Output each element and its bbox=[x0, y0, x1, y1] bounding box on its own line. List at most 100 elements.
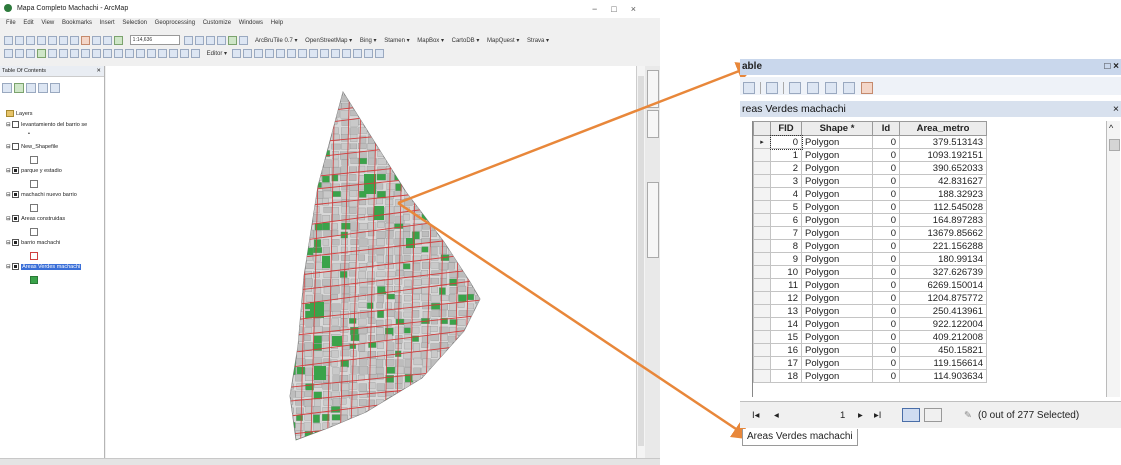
table-row[interactable]: 2 Polygon 0 390.652033 bbox=[753, 161, 987, 175]
straight-segment-icon[interactable] bbox=[253, 49, 263, 58]
cell-shape[interactable]: Polygon bbox=[801, 174, 873, 188]
cell-fid[interactable]: 6 bbox=[770, 213, 802, 227]
table-options-icon[interactable] bbox=[743, 81, 755, 94]
open-icon[interactable] bbox=[15, 35, 24, 45]
column-header-id[interactable]: Id bbox=[872, 121, 900, 136]
openstreetmap-menu[interactable]: OpenStreetMap ▾ bbox=[305, 38, 352, 44]
row-selector[interactable] bbox=[753, 291, 771, 305]
catalog-tab[interactable] bbox=[647, 70, 659, 108]
pan-icon[interactable] bbox=[26, 49, 35, 58]
table-row[interactable]: ▸ 0 Polygon 0 379.513143 bbox=[753, 134, 987, 150]
table-row[interactable]: 9 Polygon 0 180.99134 bbox=[753, 252, 987, 266]
cell-fid[interactable]: 8 bbox=[770, 239, 802, 253]
zoom-to-selected-icon[interactable] bbox=[843, 81, 855, 94]
cell-id[interactable]: 0 bbox=[872, 135, 900, 149]
edit-annotation-icon[interactable] bbox=[242, 49, 252, 58]
table-row[interactable]: 1 Polygon 0 1093.192151 bbox=[753, 148, 987, 162]
cell-shape[interactable]: Polygon bbox=[801, 304, 873, 318]
row-selector[interactable] bbox=[753, 200, 771, 214]
cell-fid[interactable]: 14 bbox=[770, 317, 802, 331]
row-selector[interactable] bbox=[753, 187, 771, 201]
cell-id[interactable]: 0 bbox=[872, 200, 900, 214]
cell-area-metro[interactable]: 221.156288 bbox=[899, 239, 987, 253]
cell-fid[interactable]: 11 bbox=[770, 278, 802, 292]
copy-icon[interactable] bbox=[59, 35, 68, 45]
cell-fid[interactable]: 3 bbox=[770, 174, 802, 188]
menu-bookmarks[interactable]: Bookmarks bbox=[62, 20, 92, 26]
fixed-zoom-out-icon[interactable] bbox=[59, 49, 68, 58]
cell-id[interactable]: 0 bbox=[872, 291, 900, 305]
cell-shape[interactable]: Polygon bbox=[801, 369, 873, 383]
editor-menu[interactable]: Editor ▾ bbox=[207, 51, 227, 57]
undo-icon[interactable] bbox=[92, 35, 101, 45]
table-row[interactable]: 15 Polygon 0 409.212008 bbox=[753, 330, 987, 344]
fixed-zoom-in-icon[interactable] bbox=[48, 49, 57, 58]
cell-fid[interactable]: 7 bbox=[770, 226, 802, 240]
cell-area-metro[interactable]: 409.212008 bbox=[899, 330, 987, 344]
cell-fid[interactable]: 13 bbox=[770, 304, 802, 318]
measure-icon[interactable] bbox=[147, 49, 156, 58]
menu-customize[interactable]: Customize bbox=[203, 20, 231, 26]
hyperlink-icon[interactable] bbox=[158, 49, 167, 58]
toc-layers-root[interactable]: Layers bbox=[6, 110, 33, 117]
list-by-source-icon[interactable] bbox=[14, 82, 24, 93]
cell-area-metro[interactable]: 379.513143 bbox=[899, 135, 987, 149]
layer-visibility-checkbox[interactable] bbox=[12, 191, 20, 198]
cell-shape[interactable]: Polygon bbox=[801, 187, 873, 201]
cell-shape[interactable]: Polygon bbox=[801, 239, 873, 253]
split-icon[interactable] bbox=[330, 49, 340, 58]
toc-layer-areas-construidas[interactable]: ⊟ Areas construidas bbox=[6, 215, 65, 222]
point-icon[interactable] bbox=[286, 49, 296, 58]
row-selector[interactable] bbox=[753, 343, 771, 357]
cell-area-metro[interactable]: 114.903634 bbox=[899, 369, 987, 383]
identify-icon[interactable] bbox=[125, 49, 134, 58]
table-vertical-scrollbar[interactable]: ^ bbox=[1106, 121, 1120, 397]
select-elements-icon[interactable] bbox=[114, 49, 123, 58]
show-all-records-button[interactable] bbox=[902, 408, 920, 422]
save-icon[interactable] bbox=[26, 35, 35, 45]
cell-shape[interactable]: Polygon bbox=[801, 343, 873, 357]
row-selector[interactable] bbox=[753, 226, 771, 240]
cell-area-metro[interactable]: 1204.875772 bbox=[899, 291, 987, 305]
toc-layer-areas-verdes[interactable]: ⊟ Areas Verdes machachi bbox=[6, 263, 82, 270]
scroll-up-icon[interactable]: ^ bbox=[1109, 123, 1113, 133]
cell-area-metro[interactable]: 1093.192151 bbox=[899, 148, 987, 162]
toc-options-icon[interactable] bbox=[50, 82, 60, 93]
row-selector[interactable] bbox=[753, 148, 771, 162]
create-features-icon[interactable] bbox=[374, 49, 384, 58]
row-selector[interactable] bbox=[753, 174, 771, 188]
table-row[interactable]: 4 Polygon 0 188.32923 bbox=[753, 187, 987, 201]
row-selector-header[interactable] bbox=[753, 121, 771, 136]
menu-windows[interactable]: Windows bbox=[239, 20, 263, 26]
cell-id[interactable]: 0 bbox=[872, 213, 900, 227]
table-tab-close-icon[interactable]: × bbox=[1113, 101, 1119, 117]
table-row[interactable]: 12 Polygon 0 1204.875772 bbox=[753, 291, 987, 305]
clear-selection-icon[interactable] bbox=[103, 49, 112, 58]
table-row[interactable]: 8 Polygon 0 221.156288 bbox=[753, 239, 987, 253]
cell-area-metro[interactable]: 327.626739 bbox=[899, 265, 987, 279]
row-selector[interactable] bbox=[753, 278, 771, 292]
column-header-fid[interactable]: FID bbox=[770, 121, 802, 136]
row-selector[interactable] bbox=[753, 317, 771, 331]
html-popup-icon[interactable] bbox=[169, 49, 178, 58]
toc-window-icon[interactable] bbox=[195, 35, 205, 45]
attributes-icon[interactable] bbox=[352, 49, 362, 58]
cell-id[interactable]: 0 bbox=[872, 187, 900, 201]
scrollbar-thumb[interactable] bbox=[638, 76, 644, 446]
find-icon[interactable] bbox=[136, 49, 145, 58]
layer-visibility-checkbox[interactable] bbox=[12, 167, 20, 174]
menu-edit[interactable]: Edit bbox=[23, 20, 33, 26]
cell-id[interactable]: 0 bbox=[872, 356, 900, 370]
cell-fid[interactable]: 15 bbox=[770, 330, 802, 344]
edit-vertices-icon[interactable] bbox=[297, 49, 307, 58]
table-row[interactable]: 13 Polygon 0 250.413961 bbox=[753, 304, 987, 318]
back-extent-icon[interactable] bbox=[70, 49, 79, 58]
menu-insert[interactable]: Insert bbox=[100, 20, 115, 26]
row-selector[interactable]: ▸ bbox=[753, 135, 771, 149]
cell-area-metro[interactable]: 188.32923 bbox=[899, 187, 987, 201]
column-header-area-metro[interactable]: Area_metro bbox=[899, 121, 987, 136]
cell-area-metro[interactable]: 119.156614 bbox=[899, 356, 987, 370]
layer-visibility-checkbox[interactable] bbox=[12, 215, 20, 222]
cell-id[interactable]: 0 bbox=[872, 161, 900, 175]
table-window-controls[interactable]: □ × bbox=[1104, 59, 1119, 75]
